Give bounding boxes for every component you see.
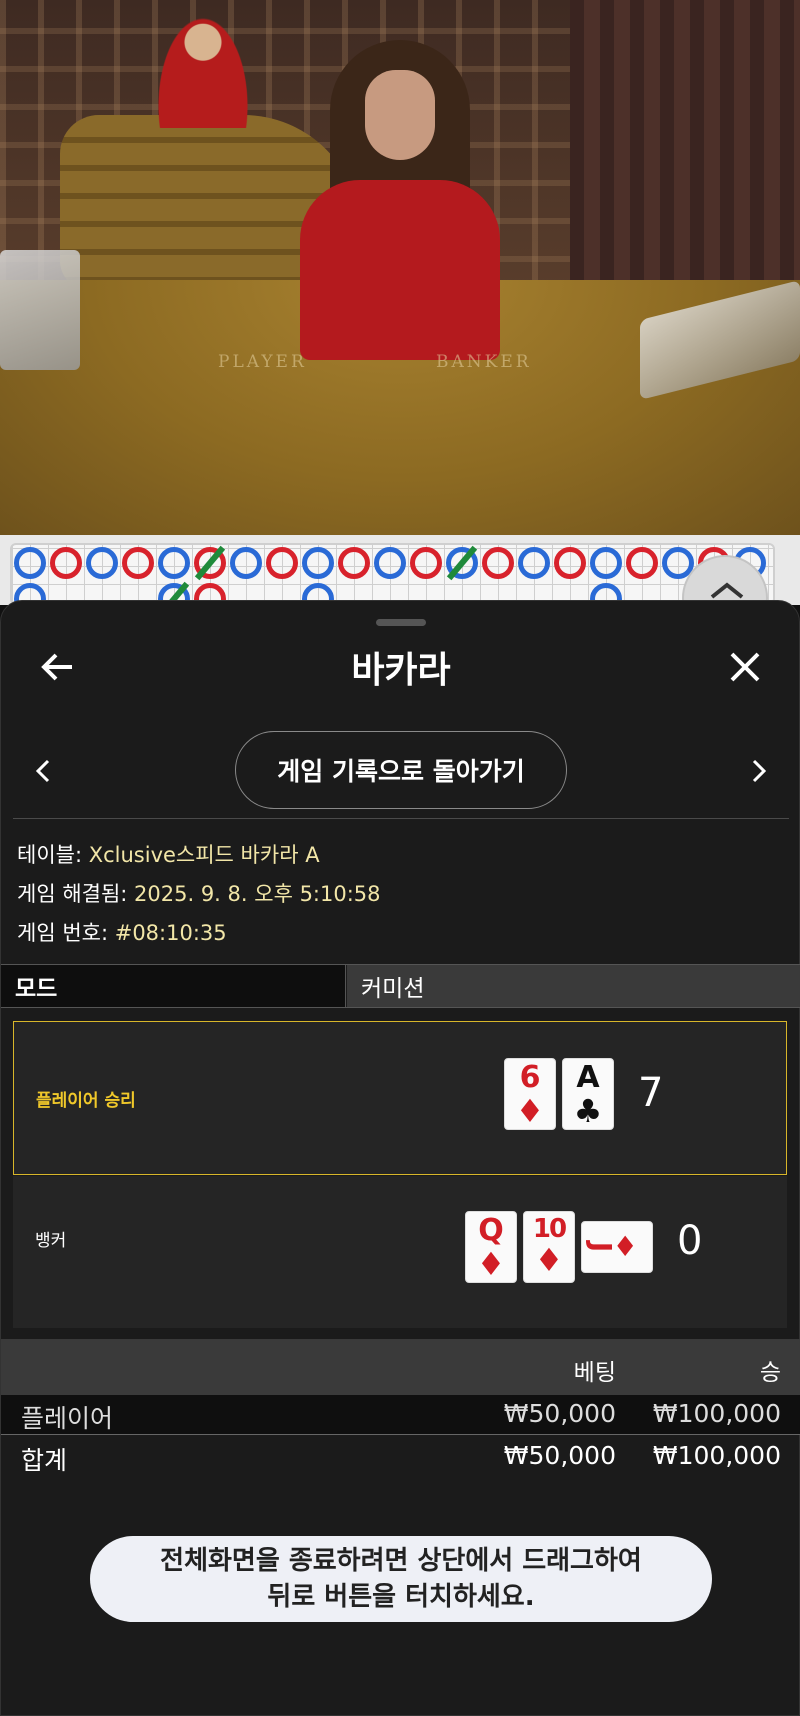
player-card-2: A ♣ <box>562 1058 614 1130</box>
resolved-info: 게임 해결됨: 2025. 9. 8. 오후 5:10:58 <box>17 878 381 908</box>
banker-bead <box>230 547 262 579</box>
felt-banker-label: BANKER <box>436 352 532 372</box>
card-discard-tray <box>0 250 80 370</box>
player-score: 7 <box>638 1070 664 1116</box>
resolved-value: 2025. 9. 8. 오후 5:10:58 <box>134 882 381 906</box>
felt-player-label: PLAYER <box>218 352 307 372</box>
banker-bead <box>302 547 334 579</box>
player-card-1: 6 ♦ <box>504 1058 556 1130</box>
toast-line-1: 전체화면을 종료하려면 상단에서 드래그하여 <box>160 1545 642 1576</box>
background-dealer <box>158 18 248 128</box>
player-bead <box>50 547 82 579</box>
dealer <box>290 40 510 360</box>
close-button[interactable] <box>719 641 771 693</box>
close-icon <box>730 652 760 682</box>
win-column-header: 승 <box>759 1360 781 1386</box>
total-win-amount: ₩100,000 <box>652 1441 781 1470</box>
page-title: 바카라 <box>351 650 451 691</box>
table-label: 테이블: <box>17 843 89 867</box>
player-bead <box>410 547 442 579</box>
player-bead <box>338 547 370 579</box>
mode-row: 모드 커미션 <box>1 964 800 1008</box>
bead-road <box>0 535 800 617</box>
mode-value: 커미션 <box>347 965 800 1007</box>
total-bet-amount: ₩50,000 <box>503 1441 616 1470</box>
banker-bead <box>374 547 406 579</box>
game-number-label: 게임 번호: <box>17 921 115 945</box>
sheet-drag-handle[interactable] <box>376 619 426 626</box>
table-value: Xclusive스피드 바카라 A <box>88 843 320 867</box>
banker-bead <box>158 547 190 579</box>
toast-line-2: 뒤로 버튼을 터치하세요. <box>267 1582 535 1612</box>
player-bead <box>554 547 586 579</box>
table-info: 테이블: Xclusive스피드 바카라 A <box>17 839 320 869</box>
player-bead <box>626 547 658 579</box>
mode-label: 모드 <box>1 965 346 1007</box>
player-bead <box>482 547 514 579</box>
banker-result-label: 뱅커 <box>35 1231 67 1251</box>
total-label: 합계 <box>21 1446 68 1475</box>
banker-card-3: J ♦ <box>581 1221 653 1273</box>
game-history-sheet: 바카라 게임 기록으로 돌아가기 테이블: Xclusive스피드 바카라 A … <box>0 600 800 1716</box>
chevron-left-icon <box>35 759 50 783</box>
game-number-value: #08:10:35 <box>114 921 227 945</box>
banker-card-1: Q ♦ <box>465 1211 517 1283</box>
live-video-stream: PLAYER BANKER <box>0 0 800 535</box>
banker-bead <box>590 547 622 579</box>
bet-name: 플레이어 <box>21 1404 114 1433</box>
next-game-button[interactable] <box>741 751 777 791</box>
table-row: 플레이어 ₩50,000 ₩100,000 <box>1 1395 800 1435</box>
player-bead <box>266 547 298 579</box>
resolved-label: 게임 해결됨: <box>17 882 135 906</box>
fullscreen-exit-toast: 전체화면을 종료하려면 상단에서 드래그하여 뒤로 버튼을 터치하세요. <box>90 1536 712 1622</box>
bead-road-grid <box>10 543 775 617</box>
background-curtain <box>570 0 800 300</box>
win-amount: ₩100,000 <box>652 1399 781 1428</box>
bet-amount: ₩50,000 <box>503 1399 616 1428</box>
bets-table-header: 베팅 승 <box>1 1339 800 1395</box>
game-number-info: 게임 번호: #08:10:35 <box>17 917 227 947</box>
banker-card-2: 10 ♦ <box>523 1211 575 1283</box>
back-to-history-button[interactable]: 게임 기록으로 돌아가기 <box>235 731 567 809</box>
banker-bead <box>86 547 118 579</box>
player-bead <box>122 547 154 579</box>
table-row-total: 합계 ₩50,000 ₩100,000 <box>1 1437 800 1477</box>
player-result: 플레이어 승리 6 ♦ A ♣ 7 <box>13 1021 787 1175</box>
banker-result: 뱅커 Q ♦ 10 ♦ J ♦ 0 <box>13 1176 787 1328</box>
previous-game-button[interactable] <box>25 751 61 791</box>
divider <box>13 818 789 819</box>
bet-column-header: 베팅 <box>573 1360 616 1386</box>
player-result-label: 플레이어 승리 <box>36 1091 136 1111</box>
banker-bead <box>14 547 46 579</box>
banker-bead <box>518 547 550 579</box>
chevron-right-icon <box>752 759 767 783</box>
banker-score: 0 <box>677 1218 703 1264</box>
